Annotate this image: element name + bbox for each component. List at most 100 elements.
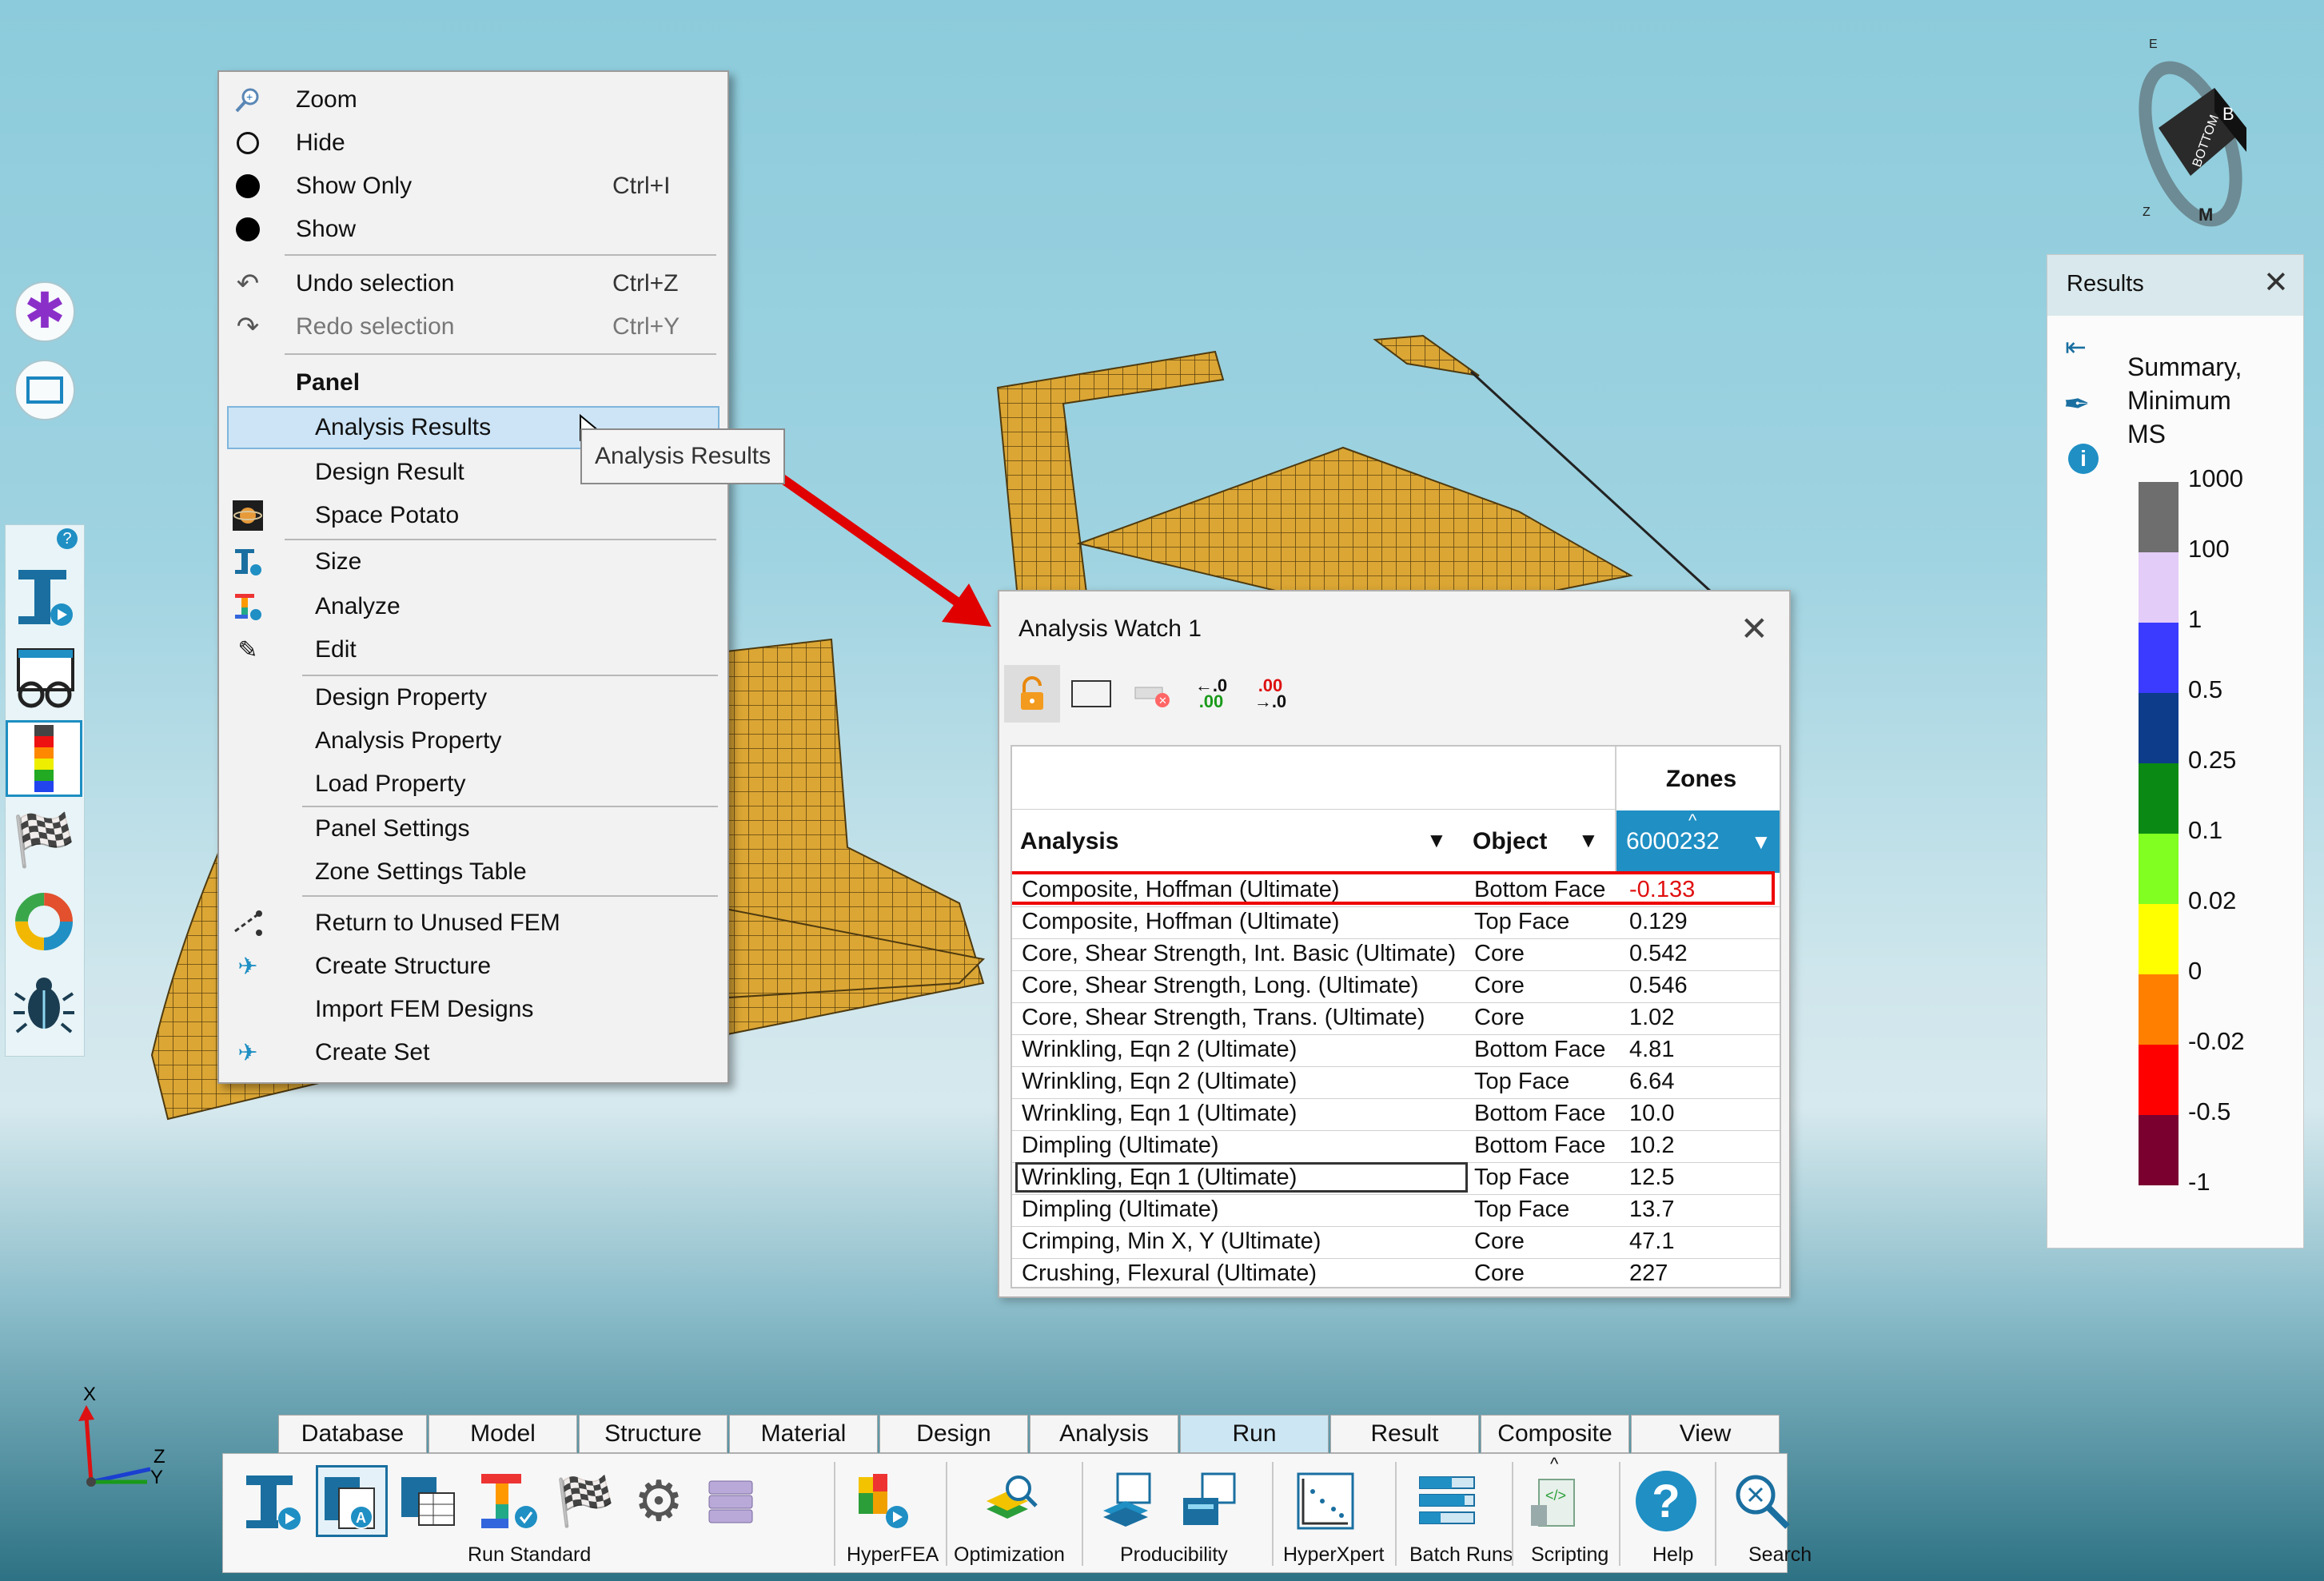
filter-icon[interactable]: ▼ (1578, 828, 1599, 853)
menu-item-undo-selection[interactable]: ↶ Undo selection Ctrl+Z (219, 262, 724, 305)
table-row[interactable]: Wrinkling, Eqn 1 (Ultimate) Top Face 12.5 (1012, 1162, 1780, 1195)
tab-run[interactable]: Run (1180, 1415, 1329, 1453)
zone-column-header[interactable]: ^ 6000232 ▼ (1616, 810, 1780, 873)
table-row[interactable]: Crimping, Min X, Y (Ultimate) Core 47.1 (1012, 1226, 1780, 1259)
table-row[interactable]: Core, Shear Strength, Long. (Ultimate) Co… (1012, 970, 1780, 1003)
scripting-button[interactable]: ^ </> (1520, 1454, 1592, 1537)
tab-view[interactable]: View (1631, 1415, 1780, 1453)
table-row[interactable]: Crushing, Flexural (Ultimate) Core 227 (1012, 1258, 1780, 1287)
tab-model[interactable]: Model (429, 1415, 577, 1453)
svg-text:</>: </> (1545, 1487, 1566, 1503)
menu-item-load-property[interactable]: Load Property (219, 763, 724, 806)
increase-decimals-button[interactable]: .00 →.0 (1242, 665, 1298, 723)
menu-item-import-fem-designs[interactable]: Import FEM Designs (219, 988, 724, 1031)
run-analysis-button[interactable]: A (316, 1465, 388, 1537)
view-rect-button[interactable] (14, 360, 75, 420)
tab-material[interactable]: Material (729, 1415, 878, 1453)
size-icon (230, 544, 265, 579)
producibility-button-2[interactable] (1174, 1465, 1246, 1537)
run-sizing-button[interactable] (236, 1465, 308, 1537)
table-row[interactable]: Core, Shear Strength, Trans. (Ultimate) C… (1012, 1002, 1780, 1035)
help-badge-icon[interactable]: ? (57, 528, 78, 549)
menu-item-return-unused-fem[interactable]: Return to Unused FEM (219, 902, 724, 945)
batch-runs-button[interactable] (1411, 1465, 1483, 1537)
snowflake-button[interactable]: ✱ (14, 281, 75, 342)
lock-button[interactable] (1004, 665, 1060, 723)
analysis-column-header[interactable]: Analysis (1020, 828, 1118, 855)
results-legend-button[interactable] (6, 720, 82, 797)
flag-button[interactable]: 🏁 (6, 802, 82, 878)
clear-button[interactable]: ✕ (1124, 665, 1180, 723)
run-table-button[interactable] (393, 1465, 464, 1537)
menu-item-panel-settings[interactable]: Panel Settings (219, 807, 724, 850)
table-row[interactable]: Composite, Hoffman (Ultimate) Bottom Face… (1012, 871, 1780, 907)
tab-design[interactable]: Design (879, 1415, 1028, 1453)
tooltip: Analysis Results (580, 428, 786, 484)
tab-database[interactable]: Database (278, 1415, 427, 1453)
menu-item-zoom[interactable]: + Zoom (219, 78, 724, 121)
producibility-chart-icon (1183, 1472, 1236, 1525)
menu-item-hide[interactable]: Hide (219, 121, 724, 165)
run-settings-button[interactable]: ⚙ (623, 1465, 695, 1537)
menu-item-size[interactable]: Size (219, 540, 724, 583)
tab-composite[interactable]: Composite (1481, 1415, 1629, 1453)
collapse-arrow-icon[interactable]: ⇤ (2065, 332, 2087, 362)
filter-icon[interactable]: ▼ (1426, 828, 1447, 853)
menu-item-design-property[interactable]: Design Property (219, 676, 724, 719)
tab-structure[interactable]: Structure (579, 1415, 727, 1453)
select-region-button[interactable] (1063, 665, 1119, 723)
pen-icon[interactable]: ✒ (2063, 386, 2091, 423)
hyperxpert-button[interactable] (1290, 1465, 1361, 1537)
table-row[interactable]: Composite, Hoffman (Ultimate) Top Face 0.1… (1012, 906, 1780, 939)
menu-item-create-set[interactable]: ✈ Create Set (219, 1031, 724, 1074)
menu-item-create-structure[interactable]: ✈ Create Structure (219, 945, 724, 988)
menu-item-zone-settings-table[interactable]: Zone Settings Table (219, 850, 724, 894)
menu-item-show[interactable]: Show (219, 208, 724, 251)
table-row[interactable]: Wrinkling, Eqn 2 (Ultimate) Top Face 6.64 (1012, 1066, 1780, 1099)
svg-text:Y: Y (150, 1467, 163, 1488)
decrease-decimals-button[interactable]: ←.0.00 (1183, 665, 1239, 723)
svg-text:X: X (83, 1384, 96, 1405)
menu-item-analysis-property[interactable]: Analysis Property (219, 719, 724, 763)
analysis-cell: Core, Shear Strength, Long. (Ultimate) (1022, 973, 1419, 998)
donut-chart-icon (15, 893, 73, 950)
close-icon[interactable]: ✕ (1740, 609, 1768, 648)
tab-result[interactable]: Result (1330, 1415, 1479, 1453)
legend-label: -0.02 (2188, 1027, 2245, 1055)
svg-text:M: M (2198, 205, 2213, 225)
table-row[interactable]: Dimpling (Ultimate) Top Face 13.7 (1012, 1194, 1780, 1227)
optimization-button[interactable] (975, 1465, 1046, 1537)
table-row[interactable]: Wrinkling, Eqn 2 (Ultimate) Bottom Face 4.… (1012, 1034, 1780, 1067)
close-icon[interactable]: ✕ (2263, 265, 2289, 301)
run-server-button[interactable] (695, 1465, 767, 1537)
menu-item-analyze[interactable]: Analyze (219, 585, 724, 628)
table-row[interactable]: Wrinkling, Eqn 1 (Ultimate) Bottom Face 10… (1012, 1098, 1780, 1131)
group-label-batch-runs: Batch Runs (1409, 1543, 1513, 1566)
sizing-tool-button[interactable] (6, 557, 82, 634)
redo-icon: ↷ (236, 312, 260, 342)
results-title: Results (2067, 271, 2144, 297)
view-cube[interactable]: BOTTOM B E Z M (2127, 32, 2262, 232)
run-flag-button[interactable]: 🏁 (549, 1465, 621, 1537)
hyperfea-button[interactable] (847, 1465, 919, 1537)
producibility-button-1[interactable] (1094, 1465, 1166, 1537)
menu-item-show-only[interactable]: Show Only Ctrl+I (219, 165, 724, 208)
search-button[interactable] (1726, 1465, 1798, 1537)
tab-analysis[interactable]: Analysis (1030, 1415, 1178, 1453)
menu-item-redo-selection[interactable]: ↷ Redo selection Ctrl+Y (219, 305, 724, 348)
table-row[interactable]: Core, Shear Strength, Int. Basic (Ultima… (1012, 938, 1780, 971)
help-button[interactable]: ? (1630, 1465, 1702, 1537)
zoom-icon: + (230, 82, 265, 117)
glasses-button[interactable] (6, 639, 82, 715)
info-icon[interactable]: i (2068, 444, 2099, 474)
legend-label: -1 (2188, 1168, 2210, 1196)
menu-item-edit[interactable]: ✎ Edit (219, 628, 724, 671)
debug-button[interactable] (6, 965, 82, 1041)
menu-item-space-potato[interactable]: Space Potato (219, 494, 724, 537)
run-analyze-button[interactable] (472, 1465, 544, 1537)
table-row[interactable]: Dimpling (Ultimate) Bottom Face 10.2 (1012, 1130, 1780, 1163)
colorwheel-button[interactable] (6, 883, 82, 960)
filter-icon[interactable]: ▼ (1751, 830, 1772, 854)
object-column-header[interactable]: Object (1473, 828, 1547, 855)
results-panel-header: Results ✕ (2047, 255, 2303, 316)
